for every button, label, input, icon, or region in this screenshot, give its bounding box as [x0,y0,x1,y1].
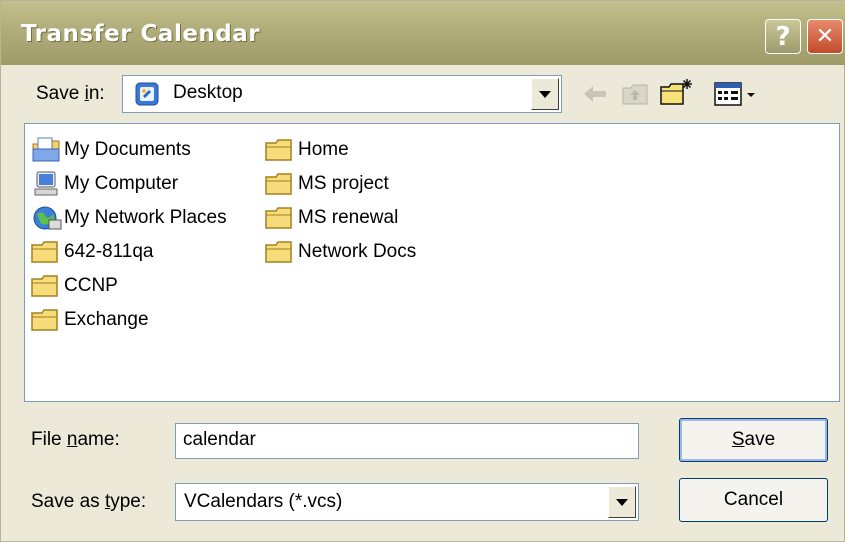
title-bar[interactable]: Transfer Calendar ? ✕ [1,1,845,65]
folder-icon [265,241,292,263]
list-item-network-docs[interactable]: Network Docs [265,238,416,266]
folder-icon [265,139,292,161]
up-folder-icon[interactable] [621,81,649,107]
close-button[interactable]: ✕ [807,19,843,54]
folder-icon [265,207,292,229]
transfer-calendar-dialog: Transfer Calendar ? ✕ Save in: Desktop M… [0,0,845,542]
save-in-value: Desktop [173,82,243,103]
close-icon: ✕ [815,24,835,49]
new-folder-icon[interactable] [658,77,694,107]
list-item-ccnp[interactable]: CCNP [31,272,118,300]
list-item-my-computer[interactable]: My Computer [31,170,178,198]
save-in-combo[interactable]: Desktop [122,75,562,113]
save-as-type-combo[interactable]: VCalendars (*.vcs) [175,483,639,521]
list-item-home[interactable]: Home [265,136,349,164]
list-item-ms-project[interactable]: MS project [265,170,389,198]
save-in-label: Save in: [36,83,105,104]
dialog-title: Transfer Calendar [21,21,261,47]
chevron-down-icon [616,498,628,506]
file-name-label: File name: [31,429,120,450]
desktop-icon [135,82,159,106]
list-item-642-811qa[interactable]: 642-811qa [31,238,153,266]
folder-icon [31,241,58,263]
folder-icon [31,309,58,331]
save-button[interactable]: Save [679,418,828,462]
save-as-type-dropdown-arrow[interactable] [608,486,636,518]
folder-icon [31,275,58,297]
help-button[interactable]: ? [765,19,801,54]
my-computer-icon [34,171,58,196]
save-as-type-label: Save as type: [31,491,147,512]
file-name-input[interactable]: calendar [175,423,639,459]
list-item-exchange[interactable]: Exchange [31,306,149,334]
help-icon: ? [775,21,791,52]
folder-icon [265,173,292,195]
list-item-my-documents[interactable]: My Documents [31,136,191,164]
network-places-icon [33,206,62,230]
list-item-ms-renewal[interactable]: MS renewal [265,204,398,232]
list-item-my-network-places[interactable]: My Network Places [31,204,227,232]
save-in-dropdown-arrow[interactable] [531,78,559,110]
my-documents-icon [32,137,60,162]
save-as-type-value: VCalendars (*.vcs) [184,491,343,512]
back-arrow-icon[interactable] [582,83,608,105]
cancel-button[interactable]: Cancel [679,478,828,522]
file-list-view[interactable]: My Documents My Computer My Network Plac… [24,123,840,402]
chevron-down-icon [539,90,551,98]
views-menu-icon[interactable] [713,81,765,107]
